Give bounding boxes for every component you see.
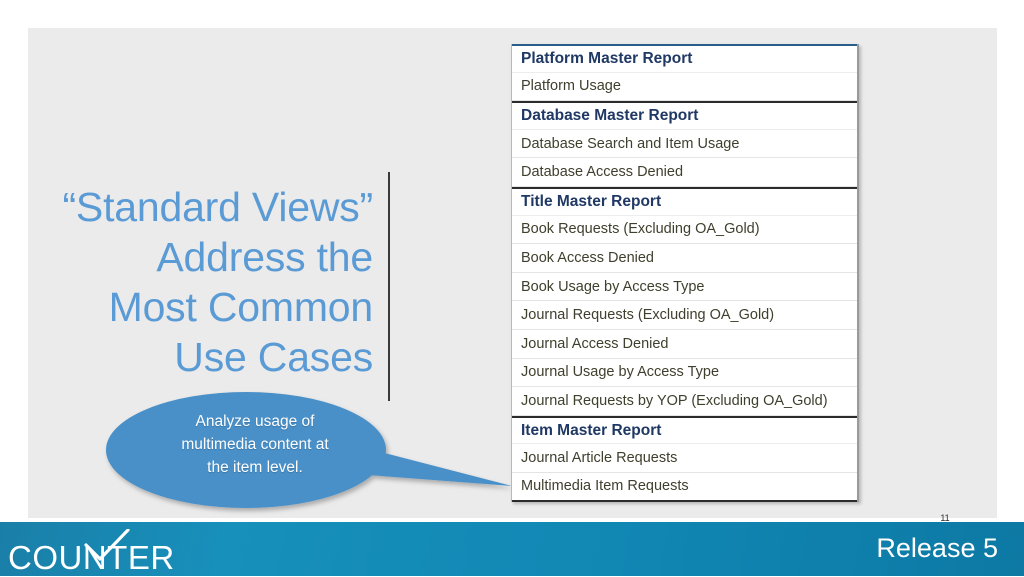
checkmark-icon <box>84 529 130 561</box>
report-table: Platform Master Report Platform Usage Data… <box>511 44 859 502</box>
report-view-row: Multimedia Item Requests <box>512 472 857 502</box>
report-view-row: Database Search and Item Usage <box>512 129 857 159</box>
report-view-row: Book Usage by Access Type <box>512 272 857 302</box>
report-view-row: Database Access Denied <box>512 158 857 187</box>
report-view-label: Journal Article Requests <box>521 450 678 467</box>
report-group-label: Database Master Report <box>521 106 699 124</box>
footer-bar: COUNTER Release 5 <box>0 522 1024 576</box>
report-group-label: Item Master Report <box>521 421 662 439</box>
release-label: Release 5 <box>876 533 998 563</box>
counter-logo: COUNTER <box>8 529 208 576</box>
report-group-label: Title Master Report <box>521 192 662 210</box>
report-view-row: Platform Usage <box>512 72 857 102</box>
report-view-label: Journal Access Denied <box>521 335 669 352</box>
report-group-header: Database Master Report <box>512 101 857 130</box>
report-view-label: Book Requests (Excluding OA_Gold) <box>521 221 760 238</box>
callout-text: Analyze usage of multimedia content at t… <box>181 413 329 476</box>
report-view-row: Journal Usage by Access Type <box>512 358 857 388</box>
report-view-label: Database Search and Item Usage <box>521 135 740 152</box>
page-title: “Standard Views” Address the Most Common… <box>62 184 373 380</box>
report-group-header: Item Master Report <box>512 415 857 445</box>
report-view-row: Journal Requests (Excluding OA_Gold) <box>512 301 857 330</box>
report-view-row: Book Access Denied <box>512 244 857 273</box>
vertical-divider <box>388 172 390 401</box>
report-view-row: Journal Requests by YOP (Excluding OA_Go… <box>512 387 857 416</box>
report-group-header: Title Master Report <box>512 186 857 216</box>
report-group-label: Platform Master Report <box>521 49 693 67</box>
report-view-label: Database Access Denied <box>521 164 684 181</box>
report-view-row: Journal Article Requests <box>512 444 857 473</box>
report-view-row: Book Requests (Excluding OA_Gold) <box>512 215 857 245</box>
slide: “Standard Views” Address the Most Common… <box>0 0 1024 576</box>
report-view-label: Platform Usage <box>521 78 621 95</box>
report-view-label: Book Access Denied <box>521 249 654 266</box>
report-group-header: Platform Master Report <box>512 44 857 73</box>
callout-bubble: Analyze usage of multimedia content at t… <box>100 390 520 515</box>
report-view-label: Multimedia Item Requests <box>521 478 689 495</box>
report-view-label: Journal Requests by YOP (Excluding OA_Go… <box>521 392 828 409</box>
report-view-label: Journal Usage by Access Type <box>521 364 720 381</box>
report-view-label: Journal Requests (Excluding OA_Gold) <box>521 307 775 324</box>
report-view-row: Journal Access Denied <box>512 329 857 359</box>
report-view-label: Book Usage by Access Type <box>521 278 705 295</box>
